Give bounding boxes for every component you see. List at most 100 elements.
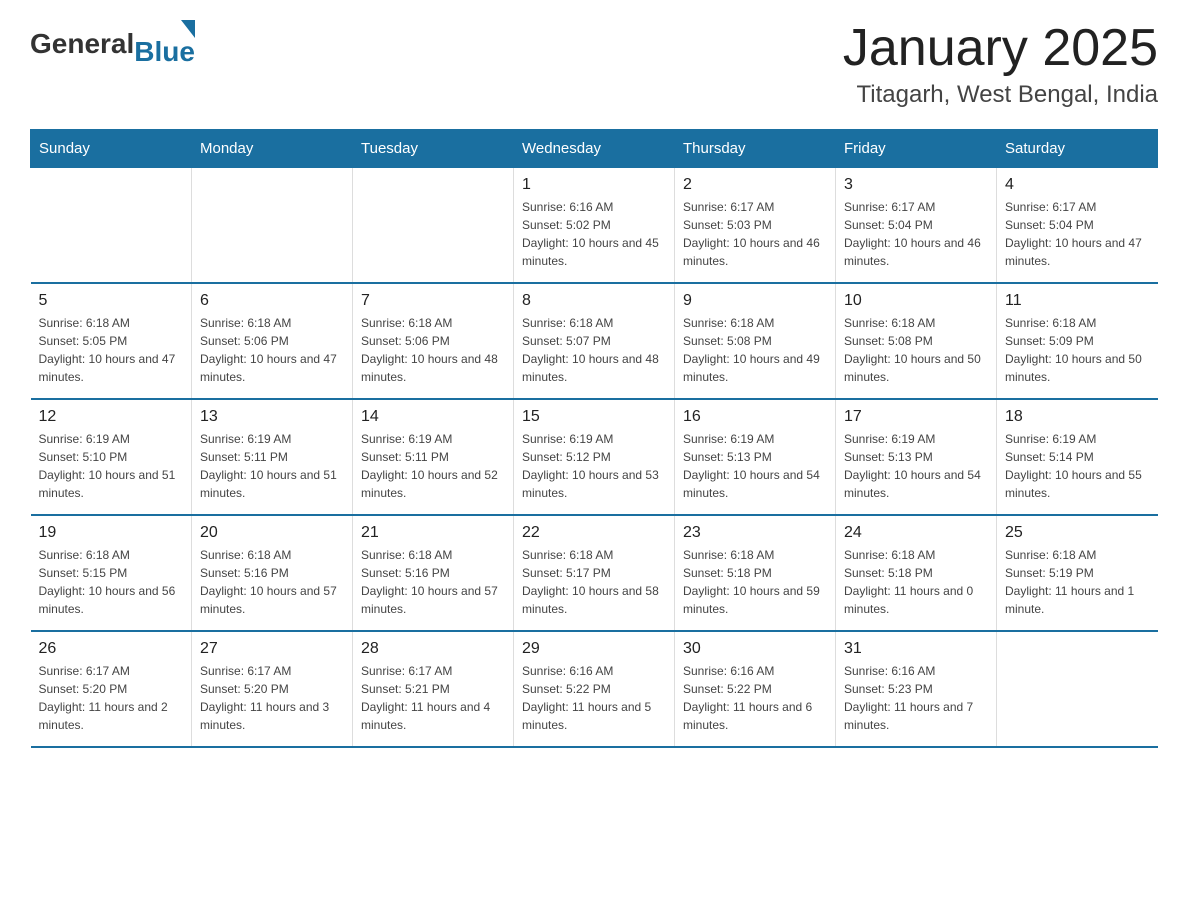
day-info: Sunrise: 6:19 AM Sunset: 5:10 PM Dayligh… <box>39 430 184 502</box>
calendar-cell <box>997 631 1158 747</box>
calendar-cell: 27Sunrise: 6:17 AM Sunset: 5:20 PM Dayli… <box>192 631 353 747</box>
day-info: Sunrise: 6:16 AM Sunset: 5:22 PM Dayligh… <box>683 662 827 734</box>
day-info: Sunrise: 6:18 AM Sunset: 5:18 PM Dayligh… <box>844 546 988 618</box>
calendar-cell: 31 Sunrise: 6:16 AM Sunset: 5:23 PM Dayli… <box>836 631 997 747</box>
day-info: Sunrise: 6:18 AM Sunset: 5:17 PM Dayligh… <box>522 546 666 618</box>
day-info: Sunrise: 6:17 AM Sunset: 5:21 PM Dayligh… <box>361 662 505 734</box>
calendar-week-row: 1Sunrise: 6:16 AM Sunset: 5:02 PM Daylig… <box>31 168 1158 284</box>
calendar-cell: 2 Sunrise: 6:17 AM Sunset: 5:03 PM Daylig… <box>675 168 836 284</box>
calendar-cell: 15Sunrise: 6:19 AM Sunset: 5:12 PM Dayli… <box>514 399 675 515</box>
day-info: Sunrise: 6:18 AM Sunset: 5:08 PM Dayligh… <box>844 314 988 386</box>
day-info: Sunrise: 6:18 AM Sunset: 5:07 PM Dayligh… <box>522 314 666 386</box>
day-info: Sunrise: 6:16 AM Sunset: 5:22 PM Dayligh… <box>522 662 666 734</box>
calendar-body: 1Sunrise: 6:16 AM Sunset: 5:02 PM Daylig… <box>31 168 1158 748</box>
day-of-week-header: Sunday <box>31 130 192 168</box>
day-of-week-header: Saturday <box>997 130 1158 168</box>
calendar-cell: 21Sunrise: 6:18 AM Sunset: 5:16 PM Dayli… <box>353 515 514 631</box>
day-number: 8 <box>522 292 666 310</box>
day-of-week-header: Thursday <box>675 130 836 168</box>
logo-blue-container: Blue <box>134 20 195 68</box>
calendar-cell <box>192 168 353 284</box>
calendar-cell: 30Sunrise: 6:16 AM Sunset: 5:22 PM Dayli… <box>675 631 836 747</box>
calendar-week-row: 12 Sunrise: 6:19 AM Sunset: 5:10 PM Dayli… <box>31 399 1158 515</box>
calendar-cell: 6 Sunrise: 6:18 AM Sunset: 5:06 PM Daylig… <box>192 283 353 399</box>
calendar-cell: 9 Sunrise: 6:18 AM Sunset: 5:08 PM Daylig… <box>675 283 836 399</box>
day-number: 29 <box>522 640 666 658</box>
days-of-week-row: SundayMondayTuesdayWednesdayThursdayFrid… <box>31 130 1158 168</box>
calendar-cell: 12 Sunrise: 6:19 AM Sunset: 5:10 PM Dayli… <box>31 399 192 515</box>
day-number: 31 <box>844 640 988 658</box>
day-info: Sunrise: 6:18 AM Sunset: 5:06 PM Dayligh… <box>361 314 505 386</box>
day-number: 6 <box>200 292 344 310</box>
day-of-week-header: Tuesday <box>353 130 514 168</box>
day-number: 25 <box>1005 524 1150 542</box>
calendar-cell: 25 Sunrise: 6:18 AM Sunset: 5:19 PM Dayli… <box>997 515 1158 631</box>
day-number: 13 <box>200 408 344 426</box>
calendar-cell: 29 Sunrise: 6:16 AM Sunset: 5:22 PM Dayli… <box>514 631 675 747</box>
calendar-cell: 24 Sunrise: 6:18 AM Sunset: 5:18 PM Dayli… <box>836 515 997 631</box>
day-info: Sunrise: 6:18 AM Sunset: 5:16 PM Dayligh… <box>361 546 505 618</box>
day-info: Sunrise: 6:18 AM Sunset: 5:15 PM Dayligh… <box>39 546 184 618</box>
day-number: 12 <box>39 408 184 426</box>
calendar-cell: 8 Sunrise: 6:18 AM Sunset: 5:07 PM Daylig… <box>514 283 675 399</box>
calendar-cell: 26Sunrise: 6:17 AM Sunset: 5:20 PM Dayli… <box>31 631 192 747</box>
calendar-cell <box>31 168 192 284</box>
day-info: Sunrise: 6:18 AM Sunset: 5:06 PM Dayligh… <box>200 314 344 386</box>
day-info: Sunrise: 6:16 AM Sunset: 5:23 PM Dayligh… <box>844 662 988 734</box>
page-header: General Blue January 2025 Titagarh, West… <box>30 20 1158 109</box>
day-info: Sunrise: 6:18 AM Sunset: 5:09 PM Dayligh… <box>1005 314 1150 386</box>
day-number: 16 <box>683 408 827 426</box>
day-info: Sunrise: 6:17 AM Sunset: 5:20 PM Dayligh… <box>200 662 344 734</box>
calendar-cell: 13Sunrise: 6:19 AM Sunset: 5:11 PM Dayli… <box>192 399 353 515</box>
day-info: Sunrise: 6:18 AM Sunset: 5:08 PM Dayligh… <box>683 314 827 386</box>
day-info: Sunrise: 6:19 AM Sunset: 5:13 PM Dayligh… <box>844 430 988 502</box>
day-number: 22 <box>522 524 666 542</box>
calendar-week-row: 5Sunrise: 6:18 AM Sunset: 5:05 PM Daylig… <box>31 283 1158 399</box>
calendar-cell: 3 Sunrise: 6:17 AM Sunset: 5:04 PM Daylig… <box>836 168 997 284</box>
day-info: Sunrise: 6:17 AM Sunset: 5:03 PM Dayligh… <box>683 198 827 270</box>
location-title: Titagarh, West Bengal, India <box>843 81 1158 109</box>
calendar-week-row: 19 Sunrise: 6:18 AM Sunset: 5:15 PM Dayli… <box>31 515 1158 631</box>
month-title: January 2025 <box>843 20 1158 77</box>
day-info: Sunrise: 6:18 AM Sunset: 5:05 PM Dayligh… <box>39 314 184 386</box>
logo: General Blue <box>30 20 195 68</box>
day-number: 3 <box>844 176 988 194</box>
calendar-cell: 18Sunrise: 6:19 AM Sunset: 5:14 PM Dayli… <box>997 399 1158 515</box>
day-number: 9 <box>683 292 827 310</box>
title-section: January 2025 Titagarh, West Bengal, Indi… <box>843 20 1158 109</box>
day-number: 14 <box>361 408 505 426</box>
day-number: 19 <box>39 524 184 542</box>
day-info: Sunrise: 6:18 AM Sunset: 5:16 PM Dayligh… <box>200 546 344 618</box>
day-info: Sunrise: 6:16 AM Sunset: 5:02 PM Dayligh… <box>522 198 666 270</box>
calendar-header: SundayMondayTuesdayWednesdayThursdayFrid… <box>31 130 1158 168</box>
calendar-cell: 7Sunrise: 6:18 AM Sunset: 5:06 PM Daylig… <box>353 283 514 399</box>
day-number: 2 <box>683 176 827 194</box>
day-info: Sunrise: 6:19 AM Sunset: 5:11 PM Dayligh… <box>361 430 505 502</box>
calendar-cell: 11 Sunrise: 6:18 AM Sunset: 5:09 PM Dayli… <box>997 283 1158 399</box>
logo-blue-text: Blue <box>134 36 195 68</box>
calendar-cell: 1Sunrise: 6:16 AM Sunset: 5:02 PM Daylig… <box>514 168 675 284</box>
day-info: Sunrise: 6:17 AM Sunset: 5:04 PM Dayligh… <box>1005 198 1150 270</box>
calendar-cell: 14 Sunrise: 6:19 AM Sunset: 5:11 PM Dayli… <box>353 399 514 515</box>
day-of-week-header: Friday <box>836 130 997 168</box>
day-number: 15 <box>522 408 666 426</box>
day-info: Sunrise: 6:18 AM Sunset: 5:19 PM Dayligh… <box>1005 546 1150 618</box>
day-number: 11 <box>1005 292 1150 310</box>
calendar-cell <box>353 168 514 284</box>
calendar-cell: 20 Sunrise: 6:18 AM Sunset: 5:16 PM Dayli… <box>192 515 353 631</box>
calendar-cell: 4Sunrise: 6:17 AM Sunset: 5:04 PM Daylig… <box>997 168 1158 284</box>
day-of-week-header: Monday <box>192 130 353 168</box>
day-of-week-header: Wednesday <box>514 130 675 168</box>
calendar-cell: 22 Sunrise: 6:18 AM Sunset: 5:17 PM Dayli… <box>514 515 675 631</box>
day-number: 17 <box>844 408 988 426</box>
calendar-cell: 5Sunrise: 6:18 AM Sunset: 5:05 PM Daylig… <box>31 283 192 399</box>
day-info: Sunrise: 6:19 AM Sunset: 5:13 PM Dayligh… <box>683 430 827 502</box>
day-number: 20 <box>200 524 344 542</box>
day-info: Sunrise: 6:17 AM Sunset: 5:04 PM Dayligh… <box>844 198 988 270</box>
calendar-cell: 23Sunrise: 6:18 AM Sunset: 5:18 PM Dayli… <box>675 515 836 631</box>
calendar-cell: 28Sunrise: 6:17 AM Sunset: 5:21 PM Dayli… <box>353 631 514 747</box>
calendar-cell: 19 Sunrise: 6:18 AM Sunset: 5:15 PM Dayli… <box>31 515 192 631</box>
day-info: Sunrise: 6:17 AM Sunset: 5:20 PM Dayligh… <box>39 662 184 734</box>
day-number: 24 <box>844 524 988 542</box>
calendar-cell: 16 Sunrise: 6:19 AM Sunset: 5:13 PM Dayli… <box>675 399 836 515</box>
